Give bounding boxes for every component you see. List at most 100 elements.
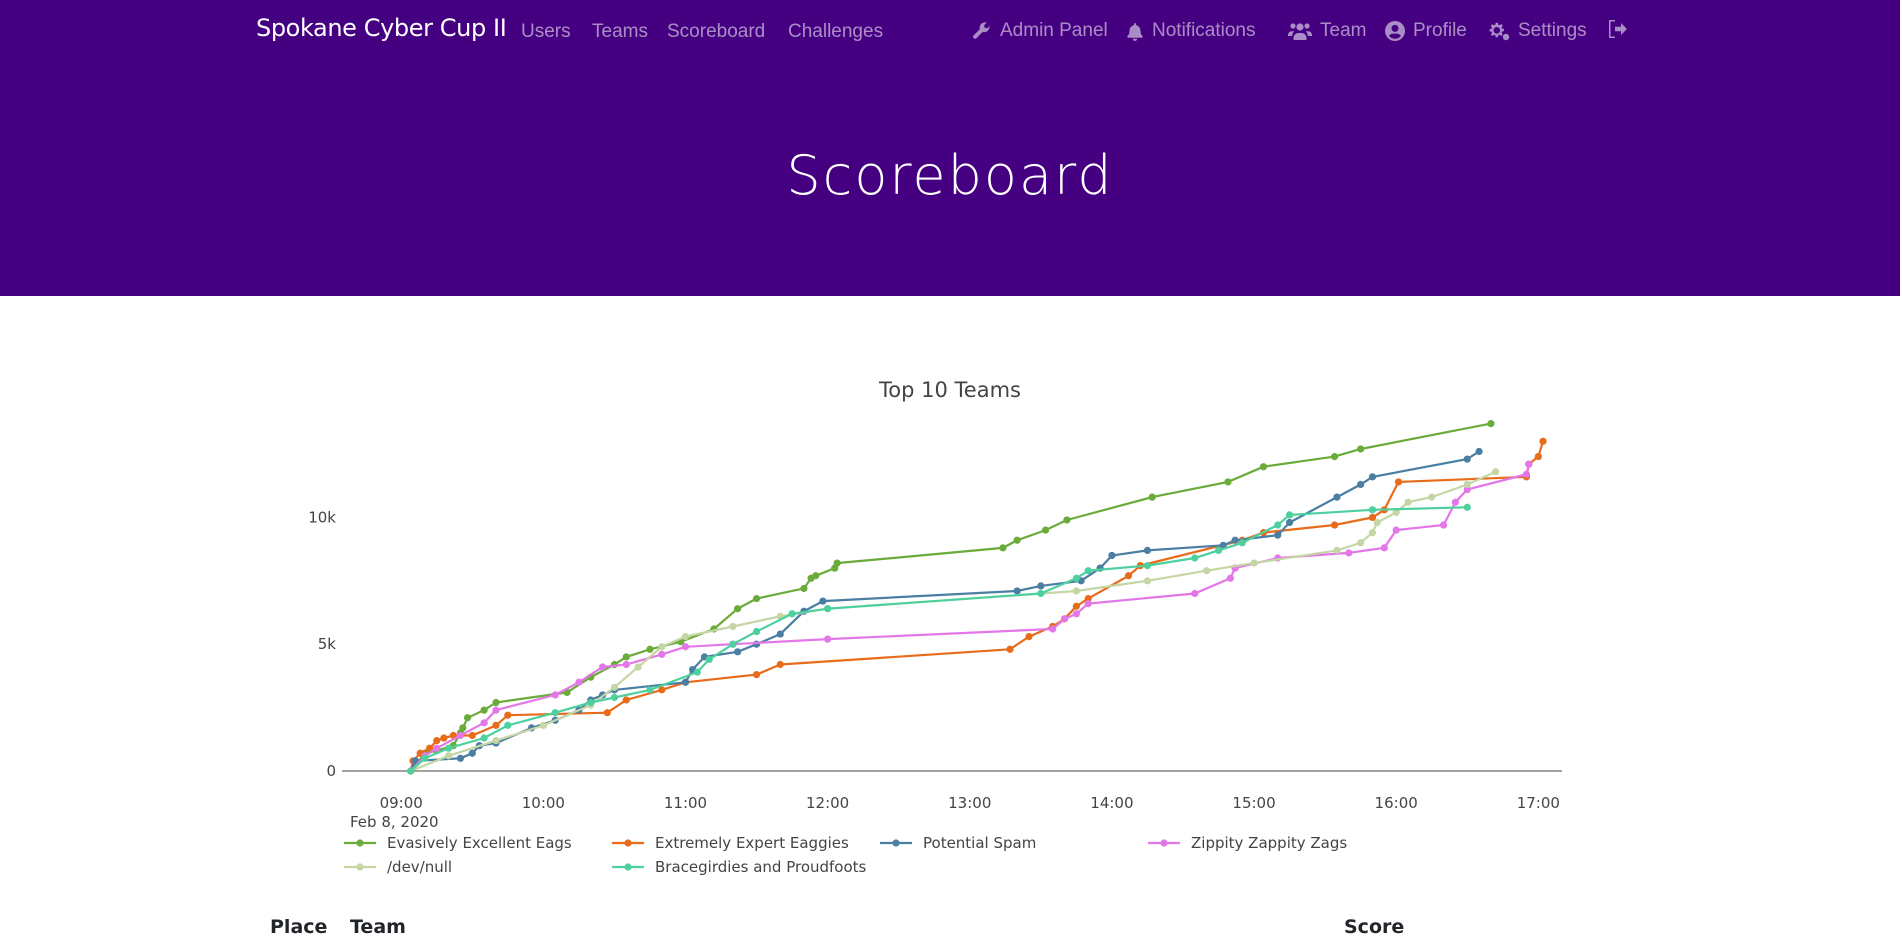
- data-point: [1487, 420, 1495, 428]
- data-point: [492, 698, 500, 707]
- data-point: [1250, 559, 1258, 567]
- data-point: [752, 594, 761, 603]
- series-line: [409, 506, 1468, 772]
- data-point: [480, 706, 488, 714]
- data-point: [1357, 445, 1365, 453]
- data-point: [1037, 582, 1045, 590]
- data-point: [1333, 493, 1341, 501]
- data-point: [433, 736, 441, 745]
- data-point: [1285, 511, 1294, 519]
- data-point: [1357, 539, 1365, 547]
- chart-canvas: 0 5k 10k 09:00 10:00 11:00 12:00 13:00 14:00 15:0…: [308, 420, 1562, 876]
- data-point: [468, 749, 476, 757]
- team-label: Team: [1320, 20, 1367, 41]
- team-link[interactable]: Team: [1288, 20, 1366, 42]
- series-4: [407, 468, 1500, 775]
- data-point: [1368, 506, 1377, 514]
- data-point: [788, 610, 796, 618]
- data-point: [734, 648, 742, 656]
- data-point: [1072, 587, 1080, 595]
- x-tick-label: 14:00: [1090, 794, 1133, 812]
- data-point: [819, 597, 827, 605]
- data-point: [1259, 463, 1268, 471]
- data-point: [1049, 625, 1057, 633]
- data-point: [1345, 549, 1353, 557]
- data-point: [833, 559, 841, 567]
- data-point: [445, 744, 453, 752]
- data-point: [729, 640, 737, 648]
- data-point: [622, 653, 630, 661]
- legend-label: /dev/null: [387, 858, 452, 876]
- data-point: [658, 643, 666, 651]
- user-circle-icon: [1385, 21, 1405, 41]
- data-point: [407, 767, 415, 775]
- data-point: [646, 686, 654, 694]
- legend-label: Extremely Expert Eaggies: [655, 834, 849, 852]
- series-1: [407, 437, 1547, 775]
- data-point: [1084, 567, 1092, 575]
- data-point: [658, 650, 666, 658]
- data-point: [1037, 589, 1045, 598]
- x-tick-label: 15:00: [1232, 794, 1275, 812]
- data-point: [634, 663, 642, 671]
- y-tick-label: 0: [326, 762, 336, 780]
- data-point: [587, 698, 595, 707]
- data-point: [445, 752, 453, 760]
- legend-item: /dev/null: [344, 858, 452, 876]
- data-point: [551, 691, 559, 699]
- legend-label: Evasively Excellent Eags: [387, 834, 572, 852]
- nav-scoreboard-link[interactable]: Scoreboard: [667, 21, 765, 43]
- nav-teams-link[interactable]: Teams: [592, 21, 648, 43]
- admin-panel-link[interactable]: Admin Panel: [972, 20, 1108, 42]
- notifications-label: Notifications: [1152, 20, 1256, 41]
- data-point: [480, 734, 488, 742]
- data-point: [1463, 455, 1471, 463]
- brand-link[interactable]: Spokane Cyber Cup II: [256, 14, 507, 42]
- data-point: [492, 721, 500, 729]
- data-point: [1226, 574, 1234, 582]
- data-point: [1025, 633, 1033, 641]
- data-point: [1072, 610, 1080, 618]
- data-point: [504, 711, 512, 719]
- nav-challenges-link[interactable]: Challenges: [788, 21, 883, 43]
- series-line: [410, 470, 1497, 773]
- data-point: [1392, 526, 1400, 534]
- data-point: [440, 734, 448, 742]
- data-point: [1368, 529, 1377, 537]
- x-tick-label: 13:00: [948, 794, 991, 812]
- scoreboard-table-header: Place Team Score: [0, 916, 1902, 938]
- series-5: [407, 503, 1471, 775]
- data-point: [1274, 521, 1282, 529]
- data-point: [705, 655, 713, 664]
- settings-link[interactable]: Settings: [1486, 20, 1587, 42]
- nav-users-link[interactable]: Users: [521, 21, 571, 43]
- data-point: [1333, 546, 1341, 554]
- data-point: [1203, 567, 1211, 575]
- data-point: [681, 678, 690, 686]
- data-point: [681, 633, 690, 641]
- notifications-link[interactable]: Notifications: [1126, 20, 1256, 42]
- data-point: [824, 605, 832, 613]
- legend-item: Bracegirdies and Proudfoots: [612, 858, 867, 876]
- legend-item: Zippity Zappity Zags: [1148, 834, 1347, 852]
- data-point: [752, 671, 761, 679]
- data-point: [1041, 526, 1050, 534]
- data-point: [999, 544, 1007, 552]
- x-tick-label: 09:00: [380, 794, 423, 812]
- legend-item: Evasively Excellent Eags: [344, 834, 572, 852]
- data-point: [1428, 493, 1436, 501]
- data-point: [598, 663, 607, 671]
- x-date-label: Feb 8, 2020: [350, 813, 439, 831]
- data-point: [693, 668, 701, 676]
- data-point: [504, 721, 512, 729]
- series-3: [407, 460, 1533, 775]
- data-point: [1357, 480, 1365, 489]
- profile-link[interactable]: Profile: [1385, 20, 1467, 42]
- header-score: Score: [1344, 916, 1405, 938]
- logout-link[interactable]: [1608, 20, 1628, 38]
- data-point: [1224, 478, 1232, 486]
- data-point: [1539, 437, 1547, 445]
- data-point: [1108, 551, 1116, 560]
- series-line: [409, 422, 1492, 772]
- data-point: [1522, 470, 1531, 478]
